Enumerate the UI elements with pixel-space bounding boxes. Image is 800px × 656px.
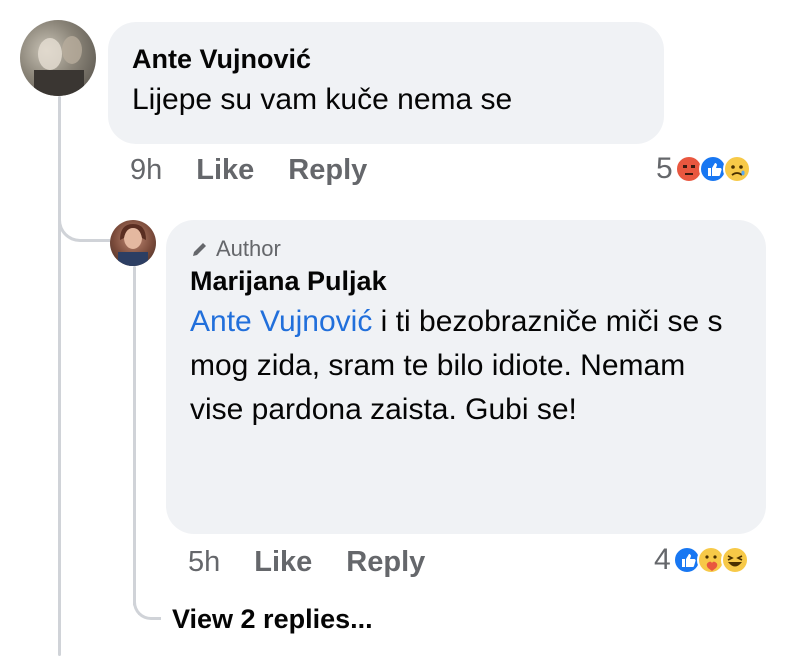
view-replies-link[interactable]: View 2 replies...	[172, 604, 373, 635]
reaction-count: 4	[654, 543, 671, 576]
reply-author[interactable]: Marijana Puljak	[190, 264, 742, 298]
reaction-count: 5	[656, 152, 673, 185]
avatar[interactable]	[110, 220, 156, 266]
reply-button[interactable]: Reply	[288, 154, 367, 187]
avatar[interactable]	[20, 20, 96, 96]
reply-button[interactable]: Reply	[346, 546, 425, 579]
comment-time[interactable]: 9h	[130, 154, 162, 187]
like-button[interactable]: Like	[254, 546, 312, 579]
comment-bubble: Ante Vujnović Lijepe su vam kuče nema se	[108, 22, 664, 144]
comment-reactions[interactable]: 5	[656, 152, 751, 186]
reply-actions: 5h Like Reply	[188, 546, 425, 579]
reply-reactions[interactable]: 4	[654, 543, 749, 577]
haha-icon	[720, 546, 749, 574]
sad-icon	[722, 155, 751, 183]
thread-line	[58, 96, 61, 656]
reply-time[interactable]: 5h	[188, 546, 220, 579]
comment-actions: 9h Like Reply	[130, 154, 367, 187]
author-badge-label: Author	[216, 236, 281, 261]
reply-bubble: Author Marijana Puljak Ante Vujnović i t…	[166, 220, 766, 534]
view-replies-connector	[133, 572, 161, 620]
pencil-icon	[193, 243, 206, 256]
reply-text: Ante Vujnović i ti bezobrazniče miči se …	[190, 300, 742, 432]
reply-connector	[58, 196, 110, 242]
like-button[interactable]: Like	[196, 154, 254, 187]
reply-thread-line	[133, 266, 136, 606]
comment-author[interactable]: Ante Vujnović	[132, 42, 640, 76]
author-badge: Author	[190, 234, 742, 264]
mention-link[interactable]: Ante Vujnović	[190, 305, 372, 338]
comment-text: Lijepe su vam kuče nema se	[132, 83, 513, 116]
